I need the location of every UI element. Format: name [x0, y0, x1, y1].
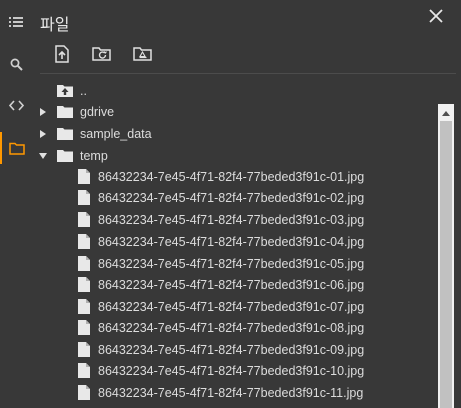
- file-label: 86432234-7e45-4f71-82f4-77beded3f91c-09.…: [98, 342, 365, 357]
- file-icon: [76, 299, 92, 315]
- file-icon: [76, 169, 92, 185]
- vertical-scrollbar[interactable]: [438, 104, 454, 408]
- mount-drive-icon: [133, 46, 153, 67]
- file-row[interactable]: 86432234-7e45-4f71-82f4-77beded3f91c-03.…: [0, 209, 436, 230]
- folder-icon: [57, 104, 73, 120]
- file-label: 86432234-7e45-4f71-82f4-77beded3f91c-02.…: [98, 190, 365, 205]
- file-icon: [76, 234, 92, 250]
- file-row[interactable]: 86432234-7e45-4f71-82f4-77beded3f91c-09.…: [0, 339, 436, 360]
- file-icon: [76, 363, 92, 379]
- file-row[interactable]: 86432234-7e45-4f71-82f4-77beded3f91c-01.…: [0, 166, 436, 187]
- folder-label: temp: [80, 148, 108, 163]
- file-row[interactable]: 86432234-7e45-4f71-82f4-77beded3f91c-05.…: [0, 253, 436, 274]
- toolbar-divider: [40, 73, 456, 74]
- file-icon: [76, 342, 92, 358]
- upload-button[interactable]: [50, 44, 74, 68]
- file-label: 86432234-7e45-4f71-82f4-77beded3f91c-07.…: [98, 299, 365, 314]
- panel-title: 파일: [40, 15, 70, 34]
- file-label: 86432234-7e45-4f71-82f4-77beded3f91c-04.…: [98, 234, 365, 249]
- file-label: 86432234-7e45-4f71-82f4-77beded3f91c-03.…: [98, 212, 365, 227]
- scroll-up-button[interactable]: [438, 104, 454, 120]
- folder-row-sample-data[interactable]: sample_data: [0, 123, 436, 144]
- parent-directory-label: ..: [80, 83, 87, 98]
- file-row[interactable]: 86432234-7e45-4f71-82f4-77beded3f91c-07.…: [0, 296, 436, 317]
- file-tree: .. gdrive sample_data temp 86432234-7e45…: [0, 80, 436, 408]
- file-row[interactable]: 86432234-7e45-4f71-82f4-77beded3f91c-04.…: [0, 231, 436, 252]
- list-icon: [9, 16, 23, 28]
- table-of-contents-button[interactable]: [0, 8, 32, 36]
- file-label: 86432234-7e45-4f71-82f4-77beded3f91c-01.…: [98, 169, 365, 184]
- scroll-up-arrow-icon: [442, 103, 450, 121]
- file-icon: [76, 212, 92, 228]
- file-icon: [76, 277, 92, 293]
- scrollbar-thumb[interactable]: [440, 121, 452, 408]
- file-icon: [76, 385, 92, 401]
- folder-icon: [57, 148, 73, 164]
- file-row[interactable]: 86432234-7e45-4f71-82f4-77beded3f91c-08.…: [0, 317, 436, 338]
- file-row[interactable]: 86432234-7e45-4f71-82f4-77beded3f91c-06.…: [0, 274, 436, 295]
- search-icon: [10, 58, 23, 71]
- refresh-button[interactable]: [90, 44, 114, 68]
- folder-label: sample_data: [80, 126, 152, 141]
- file-label: 86432234-7e45-4f71-82f4-77beded3f91c-08.…: [98, 320, 365, 335]
- folder-icon: [57, 126, 73, 142]
- folder-row-gdrive[interactable]: gdrive: [0, 101, 436, 122]
- folder-label: gdrive: [80, 104, 115, 119]
- parent-directory-row[interactable]: ..: [0, 80, 436, 101]
- parent-folder-icon: [57, 83, 73, 99]
- file-label: 86432234-7e45-4f71-82f4-77beded3f91c-11.…: [98, 385, 364, 400]
- close-icon: [429, 8, 443, 28]
- file-label: 86432234-7e45-4f71-82f4-77beded3f91c-05.…: [98, 256, 365, 271]
- file-label: 86432234-7e45-4f71-82f4-77beded3f91c-06.…: [98, 277, 365, 292]
- search-button[interactable]: [0, 50, 32, 78]
- caret-right-icon[interactable]: [38, 129, 48, 139]
- file-row[interactable]: 86432234-7e45-4f71-82f4-77beded3f91c-02.…: [0, 187, 436, 208]
- refresh-folder-icon: [92, 46, 112, 67]
- mount-drive-button[interactable]: [131, 44, 155, 68]
- close-button[interactable]: [426, 8, 446, 28]
- file-row[interactable]: 86432234-7e45-4f71-82f4-77beded3f91c-10.…: [0, 360, 436, 381]
- file-row[interactable]: 86432234-7e45-4f71-82f4-77beded3f91c-11.…: [0, 382, 436, 403]
- caret-down-icon[interactable]: [38, 151, 48, 161]
- caret-right-icon[interactable]: [38, 107, 48, 117]
- folder-row-temp[interactable]: temp: [0, 145, 436, 166]
- file-icon: [76, 256, 92, 272]
- file-label: 86432234-7e45-4f71-82f4-77beded3f91c-10.…: [98, 363, 365, 378]
- file-icon: [76, 190, 92, 206]
- upload-file-icon: [54, 44, 70, 68]
- file-icon: [76, 320, 92, 336]
